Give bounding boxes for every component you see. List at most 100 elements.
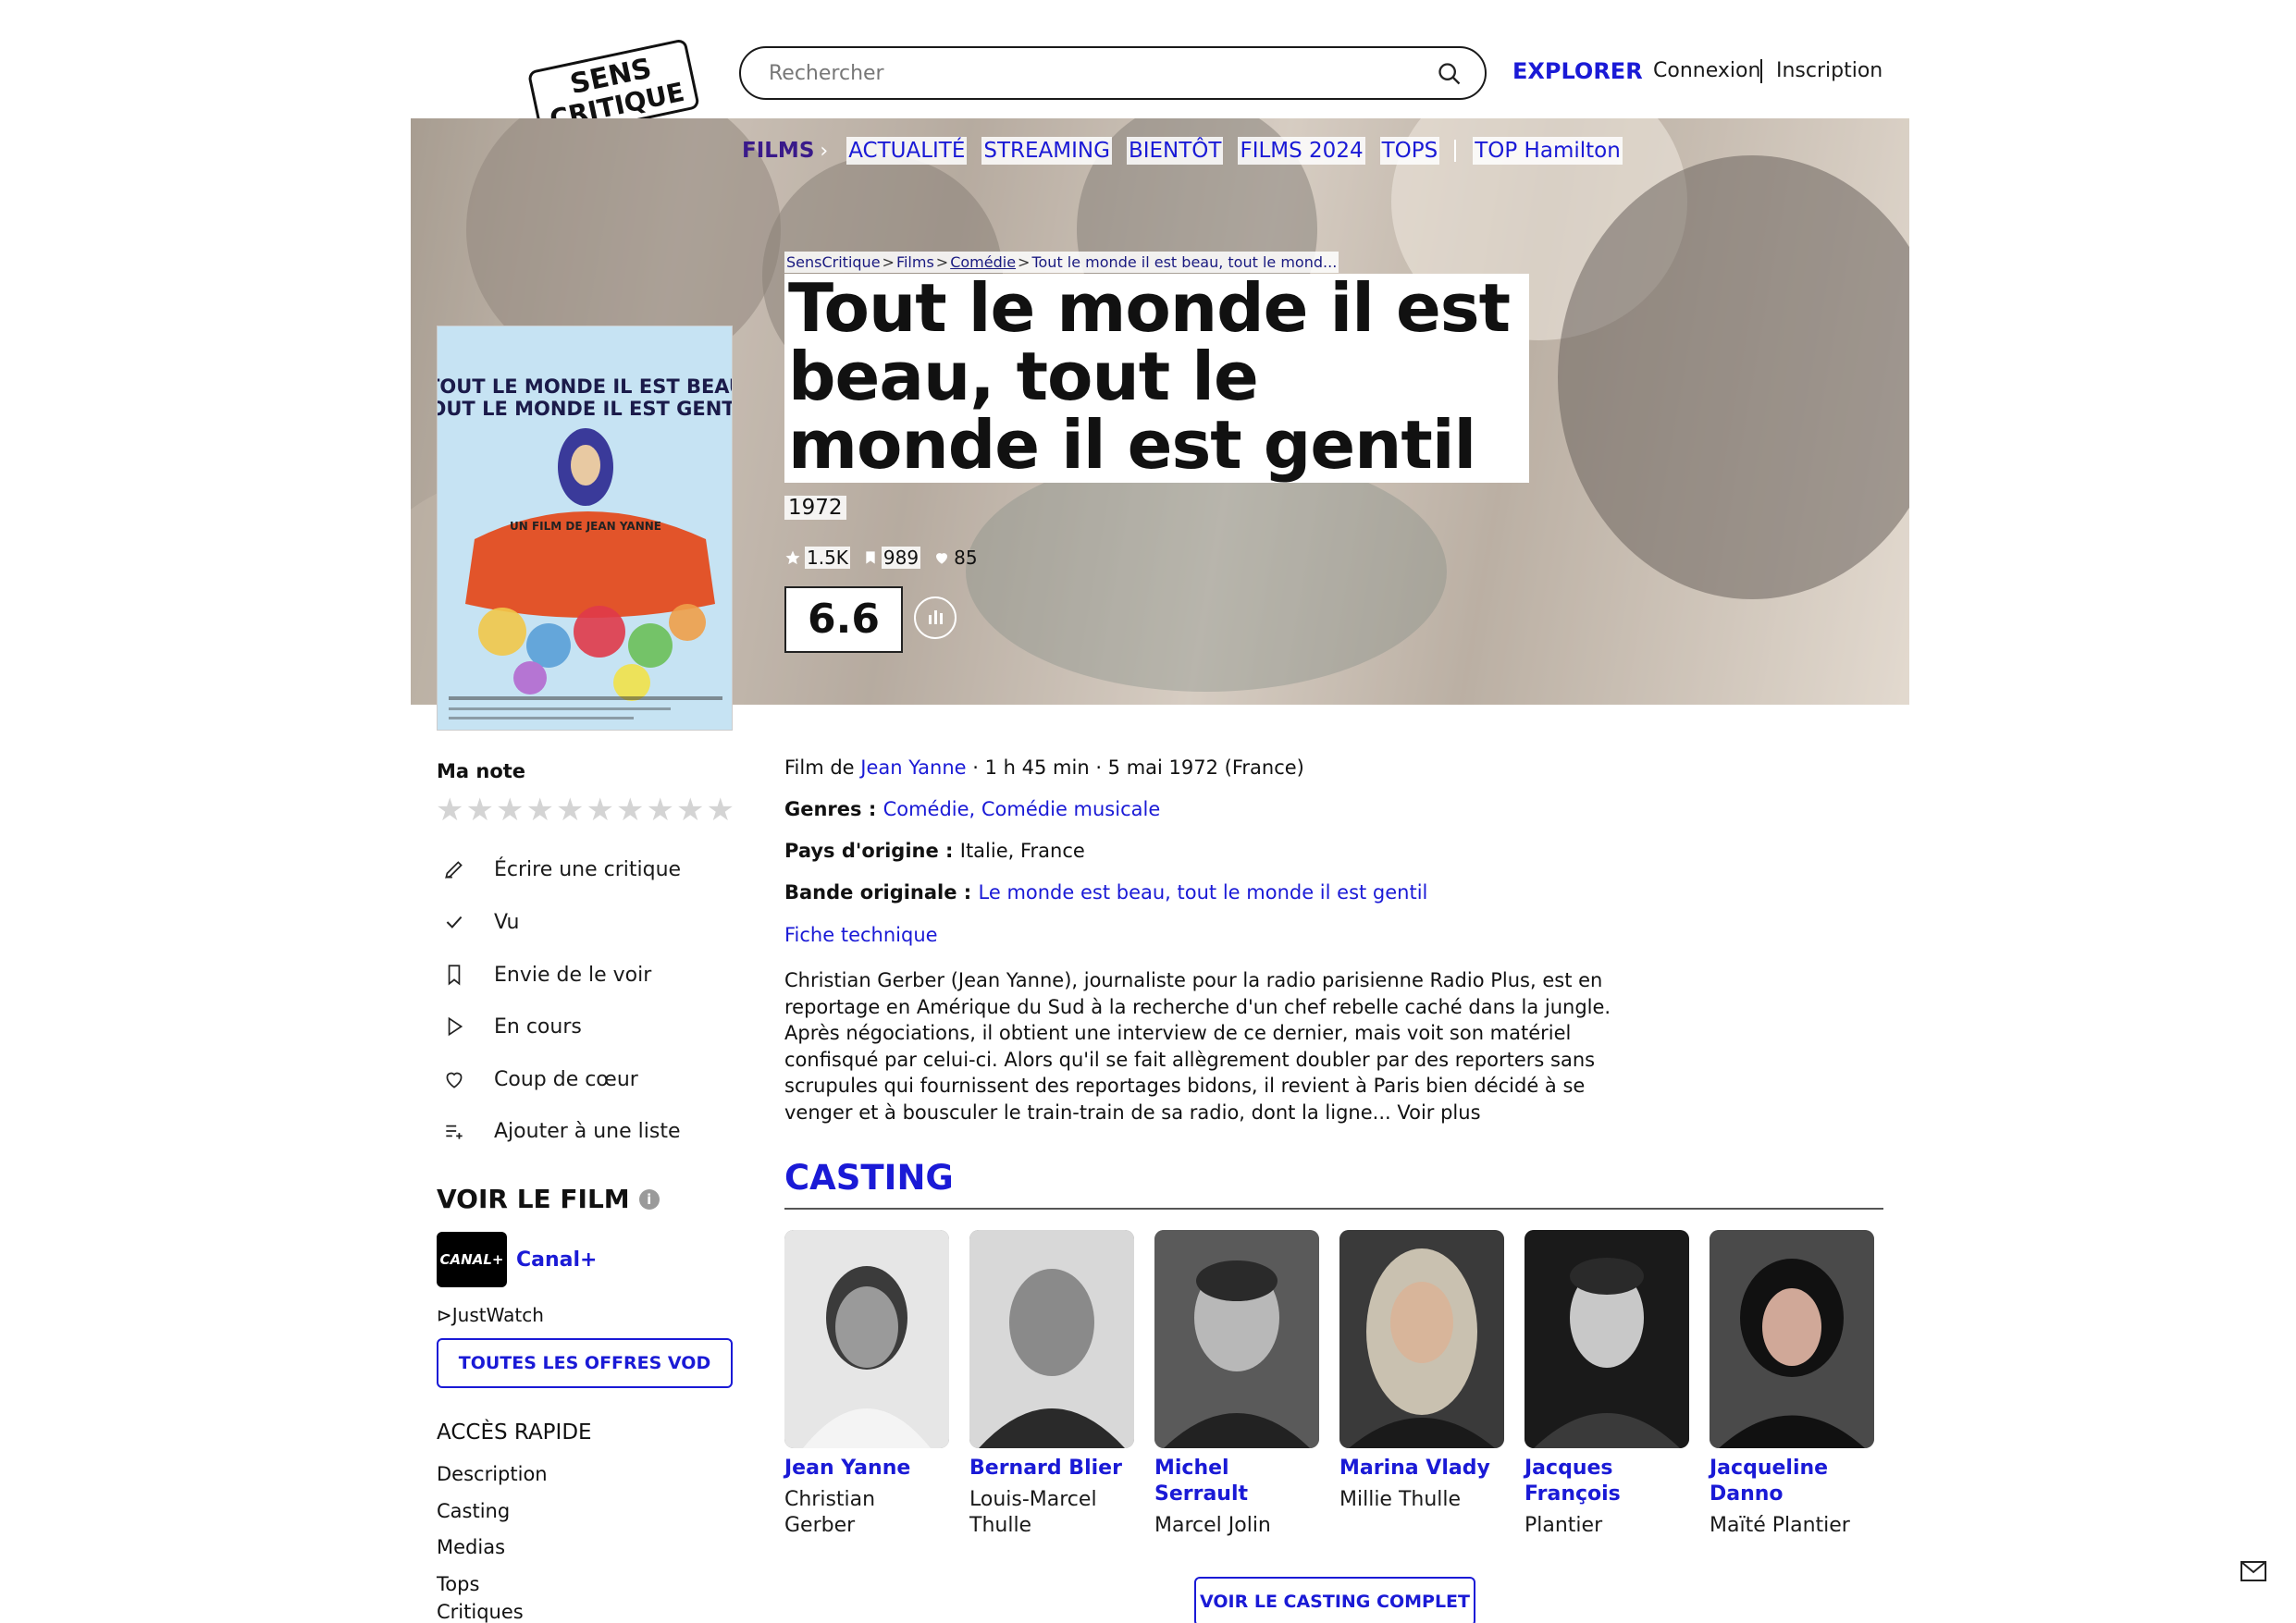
soundtrack-link[interactable]: Le monde est beau, tout le monde il est … <box>979 881 1428 904</box>
quick-link-casting[interactable]: Casting <box>437 1500 510 1522</box>
watch-section-title: VOIR LE FILM i <box>437 1184 660 1214</box>
vod-offers-button[interactable]: TOUTES LES OFFRES VOD <box>437 1338 733 1388</box>
film-poster[interactable]: TOUT LE MONDE IL EST BEAU TOUT LE MONDE … <box>437 326 733 731</box>
nav-divider <box>1454 140 1457 162</box>
soundtrack-label: Bande originale : <box>784 881 979 904</box>
favorites-count: 85 <box>954 547 978 569</box>
star-icon <box>785 550 800 565</box>
chevron-right-icon: › <box>820 139 829 163</box>
action-favorite[interactable]: Coup de cœur <box>442 1067 638 1091</box>
search-icon[interactable] <box>1437 61 1463 87</box>
director-link[interactable]: Jean Yanne <box>860 756 966 779</box>
actor-photo[interactable] <box>784 1230 949 1448</box>
rating-star-6[interactable]: ★ <box>586 793 616 827</box>
action-label: En cours <box>494 1014 582 1039</box>
quick-link-medias[interactable]: Medias <box>437 1536 505 1558</box>
soundtrack-line: Bande originale : Le monde est beau, tou… <box>784 881 1427 904</box>
play-icon <box>448 1016 463 1037</box>
signup-link[interactable]: Inscription <box>1776 59 1882 82</box>
my-rating-label: Ma note <box>437 760 526 782</box>
actor-photo[interactable] <box>1154 1230 1319 1448</box>
full-casting-button[interactable]: VOIR LE CASTING COMPLET <box>1194 1577 1475 1623</box>
add-list-icon <box>446 1125 463 1139</box>
canal-plus-link[interactable]: Canal+ <box>516 1248 597 1272</box>
actor-role: Millie Thulle <box>1339 1488 1462 1511</box>
actor-name[interactable]: Jacques François <box>1524 1456 1691 1507</box>
nav-bientot[interactable]: BIENTÔT <box>1126 137 1224 165</box>
technical-sheet-link[interactable]: Fiche technique <box>784 924 938 946</box>
actor-name[interactable]: Bernard Blier <box>969 1456 1136 1482</box>
justwatch-play-icon: ⊳ <box>437 1304 452 1326</box>
action-label: Vu <box>494 910 520 934</box>
mail-icon[interactable] <box>2240 1561 2266 1581</box>
cast-card[interactable]: Jacques François Plantier <box>1524 1230 1691 1539</box>
nav-actualite[interactable]: ACTUALITÉ <box>846 137 968 165</box>
actor-name[interactable]: Jean Yanne <box>784 1456 951 1482</box>
rating-star-9[interactable]: ★ <box>675 793 706 827</box>
nav-films[interactable]: FILMS <box>740 137 816 165</box>
cast-card[interactable]: Bernard Blier Louis-Marcel Thulle <box>969 1230 1136 1539</box>
action-add-to-list[interactable]: Ajouter à une liste <box>442 1119 681 1143</box>
film-de-label: Film de <box>784 756 861 779</box>
film-meta-text: · 1 h 45 min · 5 mai 1972 (France) <box>966 756 1304 779</box>
quick-link-critiques[interactable]: Critiques <box>437 1601 524 1623</box>
synopsis: Christian Gerber (Jean Yanne), journalis… <box>784 969 1611 1124</box>
search-bar[interactable] <box>739 46 1487 100</box>
cast-card[interactable]: Marina Vlady Millie Thulle <box>1339 1230 1506 1513</box>
cast-card[interactable]: Michel Serrault Marcel Jolin <box>1154 1230 1321 1539</box>
login-link[interactable]: Connexion <box>1653 59 1760 82</box>
nav-films-2024[interactable]: FILMS 2024 <box>1238 137 1365 165</box>
action-write-review[interactable]: Écrire une critique <box>442 857 681 881</box>
quick-link-tops[interactable]: Tops <box>437 1573 479 1595</box>
rating-star-4[interactable]: ★ <box>525 793 556 827</box>
info-icon[interactable]: i <box>638 1188 660 1210</box>
nav-tops[interactable]: TOPS <box>1379 137 1440 165</box>
action-seen[interactable]: Vu <box>442 910 520 934</box>
rating-star-8[interactable]: ★ <box>646 793 676 827</box>
wishlist-count: 989 <box>881 547 921 569</box>
check-icon <box>446 916 463 928</box>
genres-links[interactable]: Comédie, Comédie musicale <box>883 798 1161 820</box>
country-line: Pays d'origine : Italie, France <box>784 840 1085 862</box>
actor-name[interactable]: Michel Serrault <box>1154 1456 1321 1507</box>
actor-name[interactable]: Marina Vlady <box>1339 1456 1506 1482</box>
rating-star-1[interactable]: ★ <box>435 793 465 827</box>
actor-name[interactable]: Jacqueline Danno <box>1710 1456 1876 1507</box>
bar-chart-icon <box>929 610 943 624</box>
nav-top-hamilton[interactable]: TOP Hamilton <box>1473 137 1623 165</box>
actor-photo[interactable] <box>969 1230 1134 1448</box>
pencil-icon <box>445 861 463 879</box>
action-label: Ajouter à une liste <box>494 1119 681 1143</box>
rating-star-5[interactable]: ★ <box>555 793 586 827</box>
rating-star-7[interactable]: ★ <box>615 793 646 827</box>
rating-star-2[interactable]: ★ <box>465 793 496 827</box>
action-label: Envie de le voir <box>494 963 652 987</box>
explorer-link[interactable]: EXPLORER <box>1512 58 1643 84</box>
my-rating-stars[interactable]: ★ ★ ★ ★ ★ ★ ★ ★ ★ ★ <box>435 793 735 827</box>
action-label: Écrire une critique <box>494 857 682 881</box>
quick-link-description[interactable]: Description <box>437 1463 548 1485</box>
rating-star-10[interactable]: ★ <box>706 793 736 827</box>
ratings-count: 1.5K <box>805 547 850 569</box>
justwatch-logo[interactable]: ⊳JustWatch <box>437 1304 544 1326</box>
actor-role: Christian Gerber <box>784 1488 876 1537</box>
rating-star-3[interactable]: ★ <box>495 793 525 827</box>
film-year: 1972 <box>784 496 846 520</box>
actor-photo[interactable] <box>1524 1230 1689 1448</box>
search-input[interactable] <box>769 57 1416 89</box>
rating-distribution-button[interactable] <box>914 596 957 639</box>
actor-photo[interactable] <box>1339 1230 1504 1448</box>
main-nav: FILMS › ACTUALITÉ STREAMING BIENTÔT FILM… <box>740 137 1637 165</box>
casting-divider <box>784 1208 1883 1210</box>
bookmark-icon <box>866 551 875 564</box>
nav-streaming[interactable]: STREAMING <box>981 137 1112 165</box>
action-in-progress[interactable]: En cours <box>442 1014 582 1039</box>
heart-icon <box>446 1072 463 1088</box>
actor-photo[interactable] <box>1710 1230 1874 1448</box>
actor-role: Maïté Plantier <box>1710 1514 1850 1537</box>
cast-card[interactable]: Jean Yanne Christian Gerber <box>784 1230 951 1539</box>
action-wishlist[interactable]: Envie de le voir <box>442 963 651 987</box>
canal-plus-logo[interactable]: CANAL+ <box>437 1232 507 1287</box>
watch-title-text: VOIR LE FILM <box>437 1184 630 1214</box>
cast-card[interactable]: Jacqueline Danno Maïté Plantier <box>1710 1230 1876 1539</box>
